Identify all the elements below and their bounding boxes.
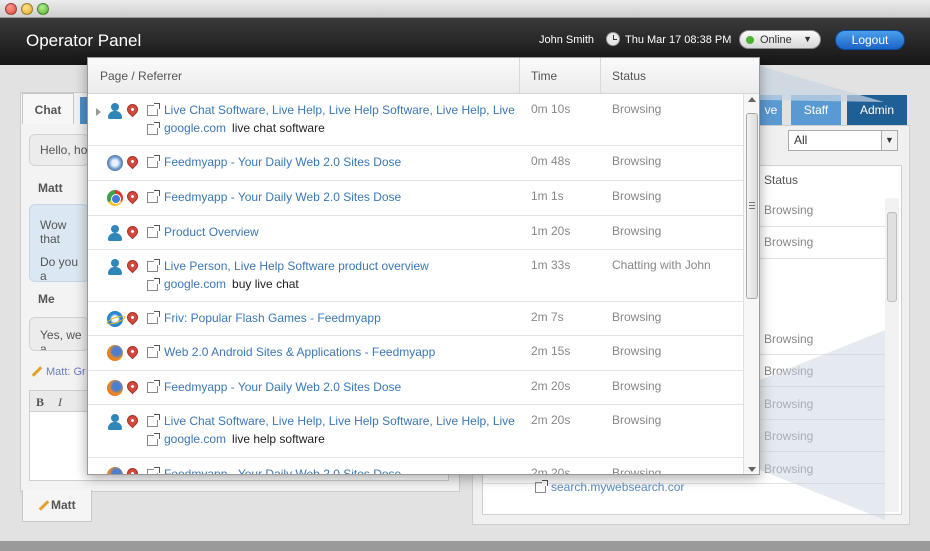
page-link[interactable]: Web 2.0 Android Sites & Applications - F… (164, 345, 518, 359)
firefox-icon (107, 345, 123, 361)
location-pin-icon[interactable] (124, 101, 141, 118)
column-divider[interactable] (600, 58, 601, 94)
time-on-site: 2m 20s (531, 466, 571, 475)
visitor-status: Chatting with John (612, 258, 711, 272)
external-link-icon[interactable] (147, 345, 160, 358)
page-link[interactable]: Feedmyapp - Your Daily Web 2.0 Sites Dos… (164, 467, 518, 474)
visitor-status: Browsing (612, 344, 662, 358)
external-link-icon[interactable] (147, 190, 160, 203)
person-icon (107, 225, 123, 241)
visitor-row[interactable]: Feedmyapp - Your Daily Web 2.0 Sites Dos… (88, 458, 743, 475)
time-on-site: 1m 33s (531, 258, 571, 272)
page-link[interactable]: Live Chat Software, Live Help, Live Help… (164, 103, 518, 117)
time-on-site: 2m 7s (531, 310, 564, 324)
page-link[interactable]: Friv: Popular Flash Games - Feedmyapp (164, 311, 518, 325)
location-pin-icon[interactable] (124, 188, 141, 205)
search-term: live chat software (232, 121, 325, 135)
ie-icon (107, 311, 123, 327)
visitor-details-popup: Page / Referrer Time Status Live Chat So… (87, 57, 760, 475)
page-link[interactable]: Live Person, Live Help Software product … (164, 259, 518, 273)
external-link-icon[interactable] (147, 433, 160, 446)
visitor-status: Browsing (612, 102, 662, 116)
status-bar (0, 541, 930, 551)
referrer-link[interactable]: google.com (164, 432, 226, 446)
firefox-icon (107, 380, 123, 396)
visitor-row[interactable]: Feedmyapp - Your Daily Web 2.0 Sites Dos… (88, 371, 743, 405)
external-link-icon[interactable] (147, 380, 160, 393)
time-on-site: 1m 20s (531, 224, 571, 238)
column-header-page[interactable]: Page / Referrer (100, 69, 182, 83)
external-link-icon[interactable] (147, 311, 160, 324)
referrer-link[interactable]: google.com (164, 277, 226, 291)
scroll-down-icon[interactable] (748, 467, 756, 472)
location-pin-icon[interactable] (124, 412, 141, 429)
external-link-icon[interactable] (147, 278, 160, 291)
visitor-status: Browsing (612, 189, 662, 203)
visitor-status: Browsing (612, 379, 662, 393)
location-pin-icon[interactable] (124, 153, 141, 170)
external-link-icon[interactable] (147, 467, 160, 474)
location-pin-icon[interactable] (124, 257, 141, 274)
visitor-list: Live Chat Software, Live Help, Live Help… (88, 94, 743, 475)
page-link[interactable]: Product Overview (164, 225, 518, 239)
page-link[interactable]: Feedmyapp - Your Daily Web 2.0 Sites Dos… (164, 190, 518, 204)
table-header: Page / Referrer Time Status (88, 58, 759, 94)
external-link-icon[interactable] (147, 122, 160, 135)
person-icon (107, 414, 123, 430)
referrer-row: google.com live help software (164, 432, 325, 446)
column-header-time[interactable]: Time (531, 69, 557, 83)
time-on-site: 0m 10s (531, 102, 571, 116)
visitor-row[interactable]: Feedmyapp - Your Daily Web 2.0 Sites Dos… (88, 146, 743, 181)
referrer-link[interactable]: google.com (164, 121, 226, 135)
column-header-status[interactable]: Status (612, 69, 646, 83)
scrollbar-thumb[interactable] (746, 113, 758, 299)
visitor-row[interactable]: Web 2.0 Android Sites & Applications - F… (88, 336, 743, 371)
location-pin-icon[interactable] (124, 223, 141, 240)
external-link-icon[interactable] (147, 103, 160, 116)
visitor-status: Browsing (612, 466, 662, 475)
external-link-icon[interactable] (147, 259, 160, 272)
search-term: buy live chat (232, 277, 299, 291)
external-link-icon[interactable] (147, 414, 160, 427)
expand-arrow-icon[interactable] (96, 108, 101, 116)
referrer-row: google.com buy live chat (164, 277, 299, 291)
location-pin-icon[interactable] (124, 343, 141, 360)
person-icon (107, 103, 123, 119)
visitor-row[interactable]: Feedmyapp - Your Daily Web 2.0 Sites Dos… (88, 181, 743, 216)
visitor-row[interactable]: Live Chat Software, Live Help, Live Help… (88, 405, 743, 458)
visitor-row[interactable]: Live Person, Live Help Software product … (88, 250, 743, 302)
location-pin-icon[interactable] (124, 465, 141, 474)
page-link[interactable]: Feedmyapp - Your Daily Web 2.0 Sites Dos… (164, 155, 518, 169)
location-pin-icon[interactable] (124, 378, 141, 395)
time-on-site: 2m 15s (531, 344, 571, 358)
vertical-scrollbar[interactable] (743, 94, 759, 474)
chrome-icon (107, 190, 123, 206)
visitor-status: Browsing (612, 413, 662, 427)
visitor-status: Browsing (612, 154, 662, 168)
column-divider[interactable] (519, 58, 520, 94)
search-term: live help software (232, 432, 325, 446)
visitor-row[interactable]: Friv: Popular Flash Games - Feedmyapp 2m… (88, 302, 743, 336)
time-on-site: 2m 20s (531, 379, 571, 393)
visitor-status: Browsing (612, 224, 662, 238)
external-link-icon[interactable] (147, 155, 160, 168)
page-link[interactable]: Live Chat Software, Live Help, Live Help… (164, 414, 518, 428)
external-link-icon[interactable] (147, 225, 160, 238)
firefox-icon (107, 467, 123, 474)
page-link[interactable]: Feedmyapp - Your Daily Web 2.0 Sites Dos… (164, 380, 518, 394)
grip-icon (749, 202, 755, 209)
visitor-status: Browsing (612, 310, 662, 324)
person-icon (107, 259, 123, 275)
time-on-site: 1m 1s (531, 189, 564, 203)
time-on-site: 2m 20s (531, 413, 571, 427)
visitor-row[interactable]: Product Overview 1m 20s Browsing (88, 216, 743, 250)
referrer-row: google.com live chat software (164, 121, 325, 135)
safari-icon (107, 155, 123, 171)
visitor-row[interactable]: Live Chat Software, Live Help, Live Help… (88, 94, 743, 146)
scroll-up-icon[interactable] (748, 97, 756, 102)
location-pin-icon[interactable] (124, 309, 141, 326)
time-on-site: 0m 48s (531, 154, 571, 168)
